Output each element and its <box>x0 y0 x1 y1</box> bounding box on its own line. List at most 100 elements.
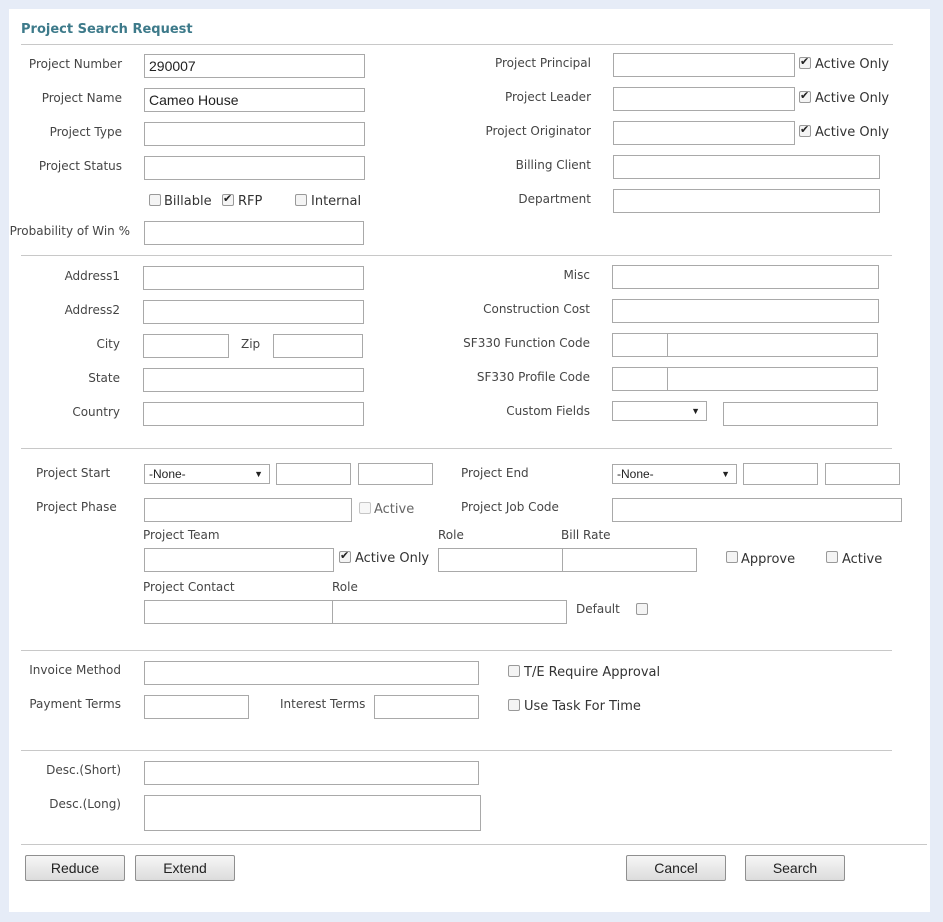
search-panel: Project Search Request Project Number Pr… <box>9 9 930 912</box>
probability-input[interactable] <box>144 221 364 245</box>
team-role-input[interactable] <box>438 548 564 572</box>
project-end-to-input[interactable] <box>825 463 900 485</box>
project-status-input[interactable] <box>144 156 365 180</box>
contact-role-label: Role <box>332 580 358 594</box>
project-phase-input[interactable] <box>144 498 352 522</box>
principal-active-only-checkbox[interactable] <box>799 55 811 69</box>
interest-terms-input[interactable] <box>374 695 479 719</box>
reduce-button[interactable]: Reduce <box>25 855 125 881</box>
billable-checkbox[interactable] <box>149 194 161 206</box>
team-role-label: Role <box>438 528 464 542</box>
divider <box>21 750 892 751</box>
misc-input[interactable] <box>612 265 879 289</box>
search-button[interactable]: Search <box>745 855 845 881</box>
desc-long-label: Desc.(Long) <box>49 797 121 811</box>
zip-input[interactable] <box>273 334 363 358</box>
department-label: Department <box>518 192 591 206</box>
team-active-only-checkbox[interactable] <box>339 549 351 563</box>
te-require-approval-checkbox[interactable] <box>508 665 520 677</box>
project-contact-label: Project Contact <box>143 580 235 594</box>
project-number-input[interactable] <box>144 54 365 78</box>
rfp-checkbox[interactable] <box>222 192 234 206</box>
project-team-label: Project Team <box>143 528 220 542</box>
rfp-label: RFP <box>238 194 263 209</box>
desc-short-label: Desc.(Short) <box>46 763 121 777</box>
address1-input[interactable] <box>143 266 364 290</box>
approve-label: Approve <box>741 552 796 567</box>
project-team-input[interactable] <box>144 548 334 572</box>
construction-cost-label: Construction Cost <box>483 302 590 316</box>
divider <box>21 448 892 449</box>
cancel-button[interactable]: Cancel <box>626 855 726 881</box>
project-contact-input[interactable] <box>144 600 334 624</box>
sf330-profile-code-input[interactable] <box>612 367 668 391</box>
address1-label: Address1 <box>64 269 120 283</box>
department-input[interactable] <box>613 189 880 213</box>
project-start-selected: -None- <box>149 467 186 481</box>
city-input[interactable] <box>143 334 229 358</box>
zip-label: Zip <box>241 337 261 351</box>
invoice-method-label: Invoice Method <box>29 663 121 677</box>
approve-checkbox[interactable] <box>726 551 738 563</box>
principal-active-only-label: Active Only <box>815 57 890 72</box>
custom-fields-select[interactable]: ▼ <box>612 401 707 421</box>
project-originator-input[interactable] <box>613 121 795 145</box>
interest-terms-label: Interest Terms <box>280 697 366 711</box>
payment-terms-label: Payment Terms <box>29 697 121 711</box>
default-checkbox[interactable] <box>636 603 648 615</box>
project-status-label: Project Status <box>38 159 122 173</box>
divider <box>21 844 927 845</box>
phase-active-label: Active <box>374 502 415 517</box>
project-phase-label: Project Phase <box>36 500 117 514</box>
billable-label: Billable <box>164 194 212 209</box>
construction-cost-input[interactable] <box>612 299 879 323</box>
project-type-input[interactable] <box>144 122 365 146</box>
chevron-down-icon: ▼ <box>254 469 263 479</box>
divider <box>21 650 892 651</box>
project-originator-label: Project Originator <box>485 124 591 138</box>
phase-active-checkbox[interactable] <box>359 502 371 514</box>
contact-role-input[interactable] <box>332 600 567 624</box>
project-end-select[interactable]: -None- ▼ <box>612 464 737 484</box>
project-principal-label: Project Principal <box>494 56 591 70</box>
divider <box>21 255 892 256</box>
sf330-function-code-label: SF330 Function Code <box>463 336 590 350</box>
misc-label: Misc <box>563 268 590 282</box>
desc-short-input[interactable] <box>144 761 479 785</box>
payment-terms-input[interactable] <box>144 695 249 719</box>
city-label: City <box>96 337 120 351</box>
project-start-from-input[interactable] <box>276 463 351 485</box>
country-input[interactable] <box>143 402 364 426</box>
project-name-input[interactable] <box>144 88 365 112</box>
project-start-select[interactable]: -None- ▼ <box>144 464 270 484</box>
billing-client-input[interactable] <box>613 155 880 179</box>
team-active-checkbox[interactable] <box>826 551 838 563</box>
internal-checkbox[interactable] <box>295 194 307 206</box>
address2-input[interactable] <box>143 300 364 324</box>
project-end-selected: -None- <box>617 467 654 481</box>
use-task-for-time-label: Use Task For Time <box>524 699 641 714</box>
project-end-from-input[interactable] <box>743 463 818 485</box>
sf330-function-description-input[interactable] <box>667 333 878 357</box>
originator-active-only-checkbox[interactable] <box>799 123 811 137</box>
leader-active-only-label: Active Only <box>815 91 890 106</box>
page-title: Project Search Request <box>21 22 193 37</box>
extend-button[interactable]: Extend <box>135 855 235 881</box>
custom-fields-input[interactable] <box>723 402 878 426</box>
probability-label: Probability of Win % <box>9 224 130 238</box>
project-start-to-input[interactable] <box>358 463 433 485</box>
project-principal-input[interactable] <box>613 53 795 77</box>
use-task-for-time-checkbox[interactable] <box>508 699 520 711</box>
sf330-profile-description-input[interactable] <box>667 367 878 391</box>
desc-long-textarea[interactable] <box>144 795 481 831</box>
sf330-function-code-input[interactable] <box>612 333 668 357</box>
leader-active-only-checkbox[interactable] <box>799 89 811 103</box>
project-job-code-input[interactable] <box>612 498 902 522</box>
chevron-down-icon: ▼ <box>721 469 730 479</box>
bill-rate-input[interactable] <box>562 548 697 572</box>
invoice-method-input[interactable] <box>144 661 479 685</box>
state-input[interactable] <box>143 368 364 392</box>
divider <box>21 44 893 45</box>
project-leader-label: Project Leader <box>504 90 591 104</box>
project-leader-input[interactable] <box>613 87 795 111</box>
